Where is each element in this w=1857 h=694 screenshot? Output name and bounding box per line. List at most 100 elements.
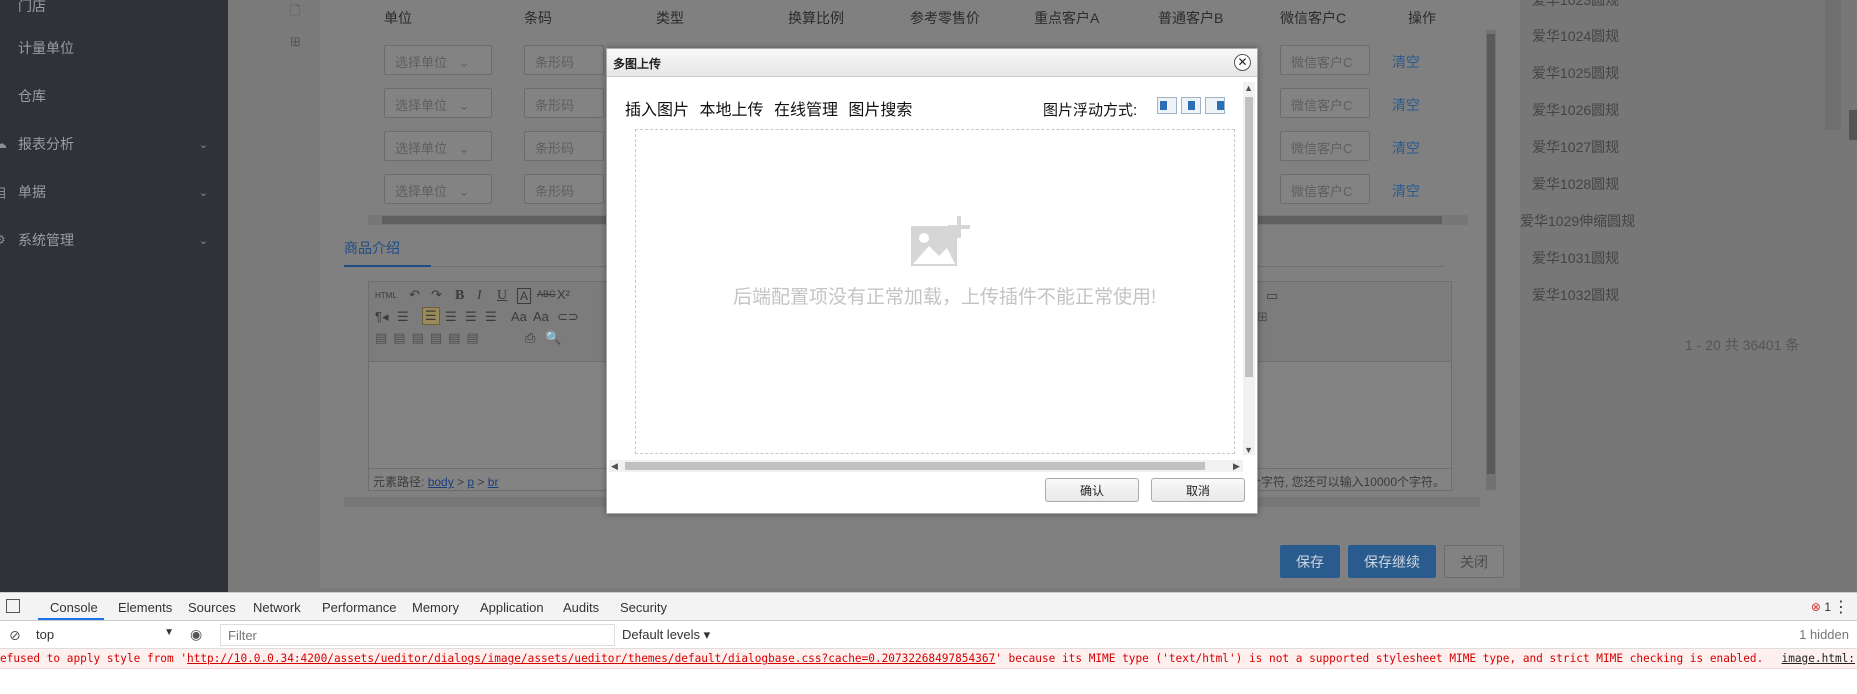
wechat-price-input[interactable]: 微信客户C: [1280, 174, 1370, 204]
float-none-icon[interactable]: [1181, 97, 1201, 114]
redo-icon[interactable]: ↷: [431, 287, 442, 303]
sidebar-item-reports[interactable]: ☁ 报表分析 ⌄: [0, 124, 228, 164]
scroll-right-arrow[interactable]: ▶: [1233, 461, 1240, 472]
dialog-vscroll-thumb[interactable]: [1245, 97, 1253, 377]
wechat-price-input[interactable]: 微信客户C: [1280, 131, 1370, 161]
context-select[interactable]: top ▼: [36, 627, 174, 644]
align-left-icon[interactable]: ☰: [422, 307, 440, 325]
page-scrollbar-thumb[interactable]: [1849, 110, 1857, 140]
save-continue-button[interactable]: 保存继续: [1348, 545, 1436, 578]
sidebar-item-warehouse[interactable]: 仓库: [0, 76, 228, 116]
font-border-button[interactable]: A: [517, 288, 532, 304]
log-source-link[interactable]: image.html:: [1782, 652, 1855, 665]
plus-square-icon[interactable]: ⊞: [290, 34, 301, 50]
dialog-horizontal-scrollbar[interactable]: [609, 460, 1243, 472]
list-item[interactable]: 爱华1029伸缩圆规: [1520, 203, 1840, 239]
undo-icon[interactable]: ↶: [409, 287, 420, 303]
list-item[interactable]: 爱华1031圆规: [1520, 240, 1840, 276]
modal-scrollbar-thumb[interactable]: [1487, 34, 1495, 474]
sidebar-item-stores[interactable]: 门店: [0, 0, 228, 26]
clear-row-button[interactable]: 清空: [1392, 181, 1420, 201]
tab-insert-image[interactable]: 插入图片: [625, 102, 689, 119]
tab-application[interactable]: Application: [480, 600, 544, 615]
clear-row-button[interactable]: 清空: [1392, 95, 1420, 115]
log-url-link[interactable]: http://10.0.0.34:4200/assets/ueditor/dia…: [187, 652, 995, 665]
indent-icon[interactable]: ☰: [397, 309, 409, 325]
device-toggle-icon[interactable]: [6, 599, 20, 613]
log-levels-select[interactable]: Default levels ▾: [622, 627, 710, 643]
bold-button[interactable]: B: [455, 288, 464, 304]
superscript-button[interactable]: X²: [557, 287, 570, 302]
preview-icon[interactable]: 🔍: [545, 330, 561, 346]
tab-audits[interactable]: Audits: [563, 600, 599, 615]
tab-performance[interactable]: Performance: [322, 600, 396, 615]
scroll-up-arrow[interactable]: ▲: [1244, 83, 1253, 93]
tab-image-search[interactable]: 图片搜索: [848, 102, 912, 119]
path-link-br[interactable]: br: [488, 475, 499, 489]
clear-console-icon[interactable]: ⊘: [9, 627, 21, 644]
tab-network[interactable]: Network: [253, 600, 301, 615]
barcode-input[interactable]: 条形码: [524, 88, 604, 118]
close-button[interactable]: 关闭: [1444, 545, 1504, 578]
paragraph-icon[interactable]: ¶◂: [375, 309, 389, 325]
list-item[interactable]: 爱华1026圆规: [1520, 92, 1840, 128]
font-size-down-icon[interactable]: Aa: [533, 309, 549, 324]
list-item[interactable]: 爱华1032圆规: [1520, 277, 1840, 313]
scroll-left-arrow[interactable]: ◀: [611, 461, 618, 472]
sidebar-item-units[interactable]: 计量单位: [0, 28, 228, 68]
html-source-button[interactable]: HTML: [375, 291, 397, 300]
image-layout-icons[interactable]: ▤▤▤▤▤▤: [375, 330, 485, 346]
sidebar-item-documents[interactable]: 目单据 ⌄: [0, 172, 228, 212]
strikethrough-button[interactable]: ABC: [537, 289, 556, 299]
more-options-icon[interactable]: ⋮: [1833, 597, 1849, 617]
align-right-icon[interactable]: ☰: [465, 309, 477, 325]
tab-security[interactable]: Security: [620, 600, 667, 615]
close-icon[interactable]: ✕: [1234, 54, 1251, 71]
unit-select[interactable]: 选择单位 ⌄: [384, 45, 492, 75]
float-left-icon[interactable]: [1157, 97, 1177, 114]
tab-console[interactable]: Console: [50, 600, 98, 615]
filter-input[interactable]: [220, 624, 615, 646]
underline-button[interactable]: U: [497, 288, 507, 304]
path-link-body[interactable]: body: [428, 475, 454, 489]
float-right-icon[interactable]: [1205, 97, 1225, 114]
unit-select[interactable]: 选择单位 ⌄: [384, 174, 492, 204]
error-count-badge[interactable]: ⊗ 1: [1811, 600, 1831, 614]
wechat-price-input[interactable]: 微信客户C: [1280, 45, 1370, 75]
save-button[interactable]: 保存: [1280, 545, 1340, 578]
list-scrollbar[interactable]: [1825, 0, 1841, 130]
scroll-down-arrow[interactable]: ▼: [1244, 445, 1253, 455]
list-item[interactable]: 爱华1028圆规: [1520, 166, 1840, 202]
list-item[interactable]: 爱华1023圆规: [1520, 0, 1840, 18]
confirm-button[interactable]: 确认: [1045, 478, 1139, 502]
unit-select[interactable]: 选择单位 ⌄: [384, 131, 492, 161]
sidebar-item-system[interactable]: ⚙ 系统管理 ⌄: [0, 220, 228, 260]
wechat-price-input[interactable]: 微信客户C: [1280, 88, 1370, 118]
clear-row-button[interactable]: 清空: [1392, 138, 1420, 158]
dialog-vertical-scrollbar[interactable]: [1243, 82, 1255, 455]
tab-elements[interactable]: Elements: [118, 600, 172, 615]
tab-product-intro[interactable]: 商品介绍: [344, 238, 400, 258]
eye-icon[interactable]: ◉: [190, 626, 202, 643]
align-justify-icon[interactable]: ☰: [485, 309, 497, 325]
list-item[interactable]: 爱华1024圆规: [1520, 18, 1840, 54]
align-center-icon[interactable]: ☰: [445, 309, 457, 325]
tab-memory[interactable]: Memory: [412, 600, 459, 615]
list-item[interactable]: 爱华1027圆规: [1520, 129, 1840, 165]
list-item[interactable]: 爱华1025圆规: [1520, 55, 1840, 91]
tab-local-upload[interactable]: 本地上传: [699, 102, 763, 119]
barcode-input[interactable]: 条形码: [524, 174, 604, 204]
barcode-input[interactable]: 条形码: [524, 45, 604, 75]
path-link-p[interactable]: p: [467, 475, 474, 489]
unit-select[interactable]: 选择单位 ⌄: [384, 88, 492, 118]
italic-button[interactable]: I: [477, 288, 482, 304]
dialog-hscroll-thumb[interactable]: [625, 462, 1205, 470]
tab-online-manage[interactable]: 在线管理: [774, 102, 838, 119]
clear-row-button[interactable]: 清空: [1392, 52, 1420, 72]
barcode-input[interactable]: 条形码: [524, 131, 604, 161]
print-icon[interactable]: ⎙: [525, 330, 535, 346]
font-size-up-icon[interactable]: Aa: [511, 309, 527, 324]
cancel-button[interactable]: 取消: [1151, 478, 1245, 502]
tab-sources[interactable]: Sources: [188, 600, 236, 615]
link-icon[interactable]: ⊂⊃: [557, 309, 579, 325]
